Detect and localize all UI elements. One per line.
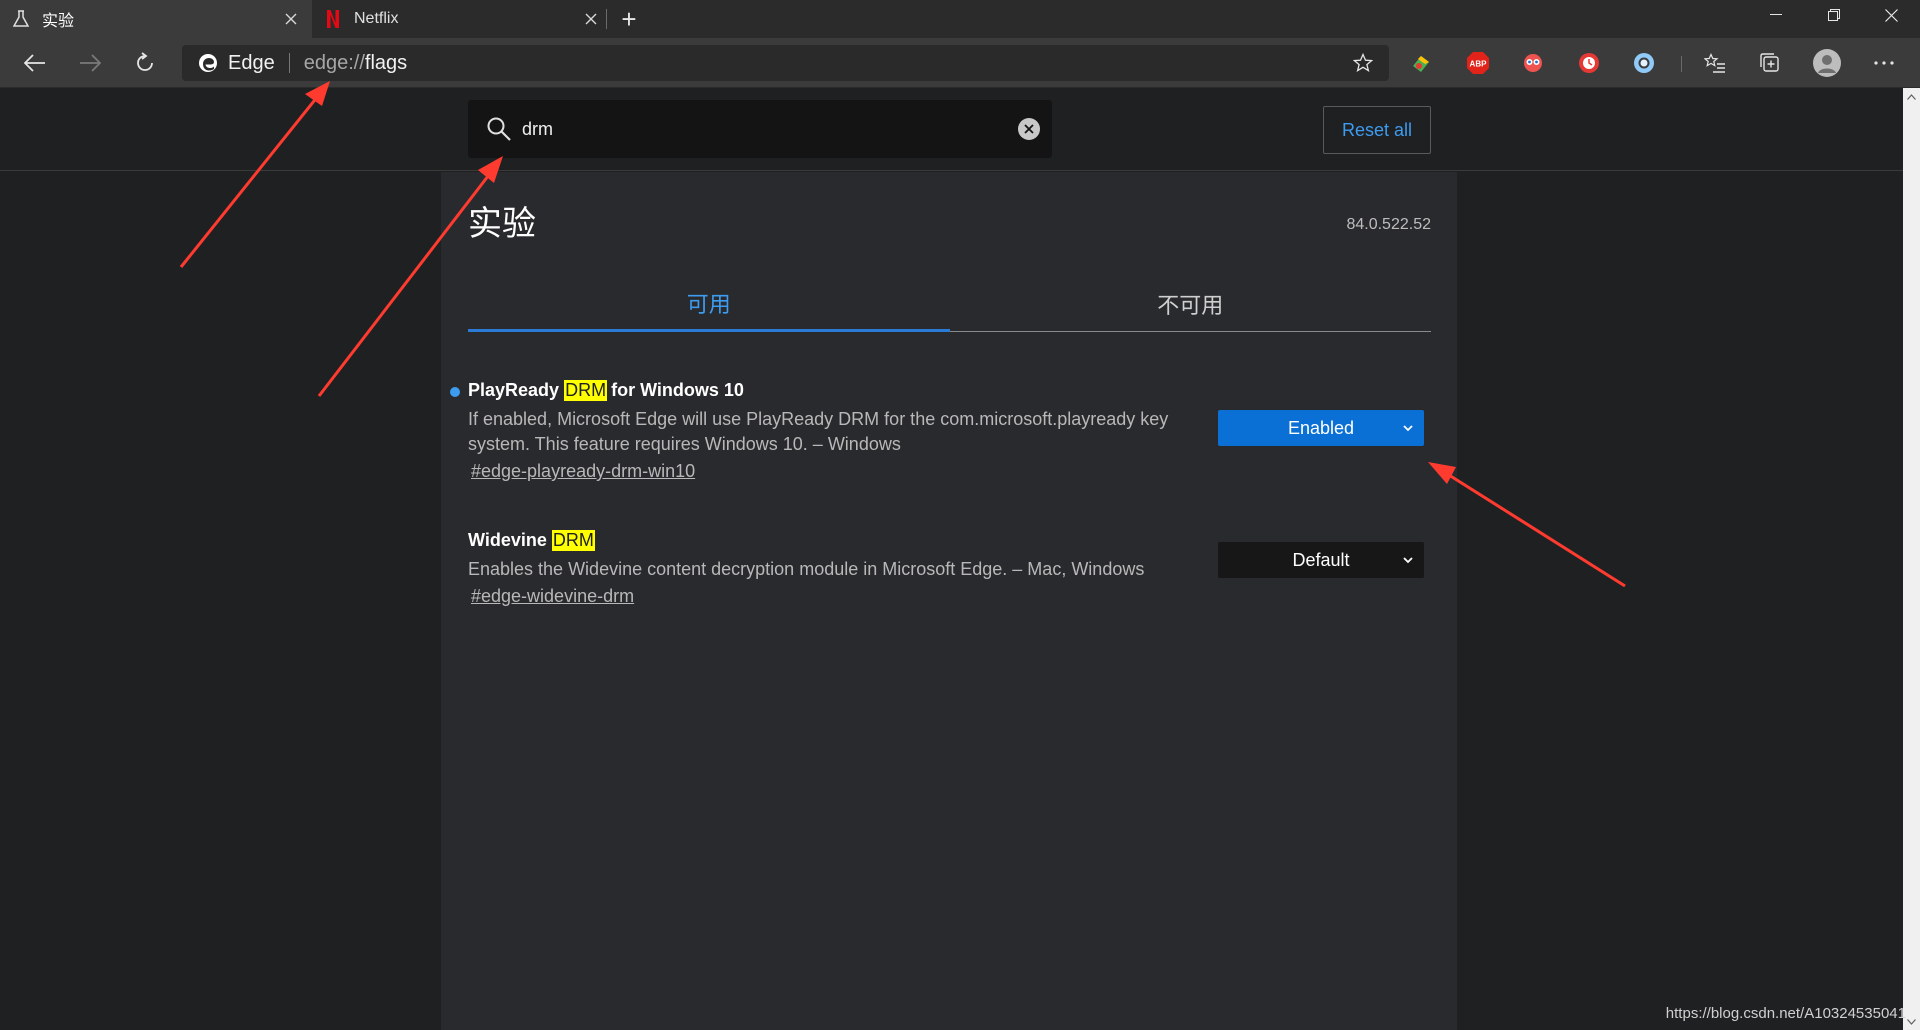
browser-brand: Edge [228, 51, 275, 74]
flag-state-value: Default [1292, 549, 1350, 570]
extension-icon[interactable] [1409, 51, 1433, 75]
search-icon [487, 117, 511, 141]
flag-title-text: Widevine [468, 530, 547, 550]
flag-state-select[interactable]: Enabled [1218, 410, 1424, 446]
flags-header: drm Reset all [0, 88, 1903, 171]
svg-text:ABP: ABP [1470, 60, 1488, 69]
watermark-text: https://blog.csdn.net/A10324535041 [1665, 1005, 1906, 1022]
tab-unavailable[interactable]: 不可用 [950, 276, 1432, 332]
url-text[interactable]: edge://flags [304, 52, 407, 75]
toolbar-divider [1681, 56, 1682, 72]
flags-main: 实验 84.0.522.52 可用 不可用 PlayReady DRM for W… [441, 172, 1457, 1030]
collections-icon[interactable] [1758, 51, 1782, 75]
tab-strip: 实验 Netflix + [0, 0, 1920, 38]
search-highlight: DRM [551, 530, 595, 551]
edge-logo-icon [199, 54, 217, 72]
tab-netflix[interactable]: Netflix [312, 0, 612, 38]
back-button[interactable] [18, 46, 52, 80]
close-icon[interactable] [582, 10, 600, 28]
extension-icon[interactable] [1577, 51, 1601, 75]
search-highlight: DRM [564, 380, 608, 401]
close-window-button[interactable] [1862, 0, 1920, 30]
flag-description: If enabled, Microsoft Edge will use Play… [468, 409, 1169, 454]
chevron-down-icon [1403, 425, 1413, 432]
flag-item: Widevine DRM Enables the Widevine conten… [468, 530, 1431, 607]
tab-title: 实验 [42, 13, 75, 30]
tab-divider [606, 9, 607, 29]
new-tab-button[interactable]: + [614, 4, 644, 34]
netflix-icon [324, 10, 342, 28]
clear-search-icon[interactable] [1018, 118, 1040, 140]
flask-icon [12, 10, 30, 28]
more-menu-icon[interactable] [1872, 51, 1896, 75]
restore-button[interactable] [1805, 0, 1863, 30]
adblock-plus-icon[interactable]: ABP [1466, 51, 1490, 75]
version-text: 84.0.522.52 [1346, 216, 1431, 233]
flag-state-select[interactable]: Default [1218, 542, 1424, 578]
scroll-up-icon[interactable] [1903, 88, 1920, 105]
avatar[interactable] [1812, 48, 1842, 78]
extension-icon[interactable] [1521, 51, 1545, 75]
flag-title: PlayReady DRM for Windows 10 [468, 380, 1431, 401]
refresh-button[interactable] [128, 46, 162, 80]
flag-title-text: PlayReady [468, 380, 560, 400]
page-title: 实验 [468, 205, 536, 243]
tab-flags[interactable]: 实验 [0, 0, 312, 38]
url-scheme: edge:// [303, 51, 365, 74]
address-bar[interactable]: Edge edge://flags [182, 45, 1389, 81]
flag-title-text: for Windows 10 [611, 380, 744, 400]
annotation-arrow [1428, 462, 1626, 588]
browser-toolbar: Edge edge://flags ABP [0, 38, 1920, 88]
favorites-icon[interactable] [1703, 51, 1727, 75]
omnibox-divider [288, 53, 290, 73]
search-value[interactable]: drm [522, 119, 553, 140]
favorite-star-icon[interactable] [1353, 53, 1373, 73]
flag-anchor-link[interactable]: #edge-playready-drm-win10 [471, 461, 695, 482]
tab-available[interactable]: 可用 [468, 276, 950, 332]
minimize-button[interactable] [1747, 0, 1805, 30]
reset-all-button[interactable]: Reset all [1323, 106, 1431, 154]
chevron-down-icon [1403, 557, 1413, 564]
close-icon[interactable] [282, 10, 300, 28]
flag-description: Enables the Widevine content decryption … [468, 559, 1145, 579]
extension-icon[interactable] [1632, 51, 1656, 75]
flag-item: PlayReady DRM for Windows 10 If enabled, … [450, 380, 1431, 482]
scrollbar[interactable] [1903, 88, 1920, 1030]
flags-tabs: 可用 不可用 [468, 276, 1431, 332]
search-input[interactable]: drm [468, 100, 1052, 158]
forward-button[interactable] [73, 46, 107, 80]
flag-anchor-link[interactable]: #edge-widevine-drm [471, 586, 634, 607]
tab-title: Netflix [354, 10, 399, 27]
url-path: flags [364, 51, 408, 74]
flag-state-value: Enabled [1287, 417, 1355, 438]
modified-indicator [450, 387, 460, 397]
